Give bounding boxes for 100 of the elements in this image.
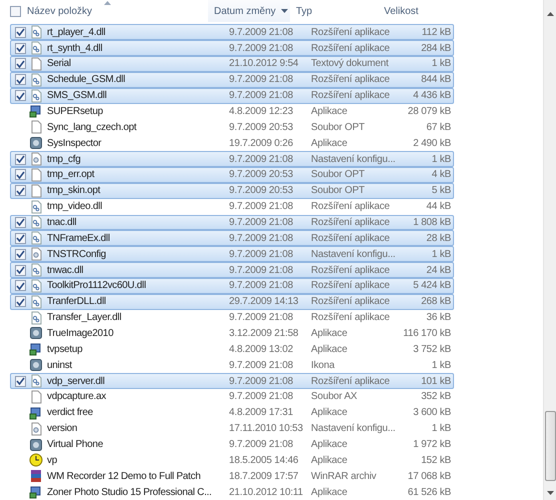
file-size: 3 752 kB bbox=[412, 342, 451, 357]
file-type: Aplikace bbox=[311, 342, 348, 357]
file-name: SMS_GSM.dll bbox=[47, 89, 108, 104]
file-row[interactable]: vp 18.5.2005 14:46 Aplikace 152 kB bbox=[10, 452, 454, 468]
file-size: 2 490 kB bbox=[412, 136, 451, 151]
file-row[interactable]: Sync_lang_czech.opt 9.7.2009 20:53 Soubor OPT 67 kB bbox=[10, 119, 454, 136]
file-size: 352 kB bbox=[420, 390, 451, 404]
file-name: WM Recorder 12 Demo to Full Patch bbox=[47, 470, 202, 484]
modified-date: 9.7.2009 21:08 bbox=[229, 216, 294, 230]
file-row[interactable]: tnwac.dll 9.7.2009 21:08 Rozšíření aplikace 24 kB bbox=[10, 262, 454, 278]
file-size: 5 kB bbox=[430, 184, 451, 198]
file-row[interactable]: Schedule_GSM.dll 9.7.2009 21:08 Rozšíření aplikace 844 kB bbox=[10, 72, 454, 88]
file-type: Rozšíření aplikace bbox=[311, 26, 391, 40]
file-size: 24 kB bbox=[425, 264, 451, 278]
file-row[interactable]: tnac.dll 9.7.2009 21:08 Rozšíření aplikace 1 808 kB bbox=[10, 214, 454, 230]
file-row[interactable]: rt_player_4.dll 9.7.2009 21:08 Rozšíření aplikace 112 kB bbox=[10, 24, 454, 40]
file-name: uninst bbox=[47, 358, 74, 373]
file-size: 28 079 kB bbox=[406, 104, 451, 119]
file-type: Aplikace bbox=[311, 454, 348, 468]
file-row[interactable]: vdp_server.dll 9.7.2009 21:08 Rozšíření aplikace 101 kB bbox=[10, 373, 454, 389]
column-header[interactable]: Datum změny bbox=[208, 0, 290, 22]
file-name: TranferDLL.dll bbox=[47, 295, 107, 310]
modified-date: 9.7.2009 21:08 bbox=[229, 42, 294, 56]
column-header[interactable]: Typ bbox=[290, 0, 378, 22]
modified-date: 4.8.2009 13:02 bbox=[229, 342, 294, 357]
file-size: 36 kB bbox=[425, 311, 451, 326]
file-name: rt_synth_4.dll bbox=[47, 42, 104, 56]
file-type: Rozšíření aplikace bbox=[311, 279, 391, 294]
file-type: Rozšíření aplikace bbox=[311, 216, 391, 230]
file-row[interactable]: Transfer_Layer.dll 9.7.2009 21:08 Rozšíření aplikace 36 kB bbox=[10, 310, 454, 326]
file-size: 1 kB bbox=[430, 57, 451, 72]
file-name: tmp_video.dll bbox=[47, 200, 104, 214]
file-name: Serial bbox=[47, 57, 72, 72]
modified-date: 4.8.2009 17:31 bbox=[229, 406, 294, 420]
modified-date: 9.7.2009 21:08 bbox=[229, 73, 294, 88]
file-type: Rozšíření aplikace bbox=[311, 232, 391, 246]
file-row[interactable]: WM Recorder 12 Demo to Full Patch 18.7.2009 17:57 WinRAR archiv 17 068 kB bbox=[10, 468, 454, 484]
file-size: 3 600 kB bbox=[412, 406, 451, 420]
file-row[interactable]: tmp_cfg 9.7.2009 21:08 Nastavení konfigu... 1 kB bbox=[10, 151, 454, 167]
modified-date: 18.5.2005 14:46 bbox=[229, 454, 300, 468]
file-name: vp bbox=[47, 454, 58, 468]
modified-date: 9.7.2009 21:08 bbox=[229, 232, 294, 246]
file-row[interactable]: SUPERsetup 4.8.2009 12:23 Aplikace 28 079 kB bbox=[10, 104, 454, 120]
file-size: 4 436 kB bbox=[412, 89, 451, 104]
file-type: Rozšíření aplikace bbox=[311, 374, 391, 389]
file-type: WinRAR archiv bbox=[311, 470, 378, 484]
file-size: 1 kB bbox=[430, 358, 451, 373]
file-size: 101 kB bbox=[420, 374, 451, 389]
modified-date: 9.7.2009 21:08 bbox=[229, 264, 294, 278]
file-name: Virtual Phone bbox=[47, 438, 104, 452]
file-row[interactable]: SysInspector 19.7.2009 0:26 Aplikace 2 490 kB bbox=[10, 135, 454, 152]
file-type: Rozšíření aplikace bbox=[311, 264, 391, 278]
column-header[interactable]: Velikost bbox=[378, 0, 438, 22]
file-name: TNFrameEx.dll bbox=[47, 232, 111, 246]
modified-date: 19.7.2009 0:26 bbox=[229, 136, 294, 151]
file-name: tmp_skin.opt bbox=[47, 184, 102, 198]
file-type: Nastavení konfigu... bbox=[311, 422, 396, 436]
modified-date: 9.7.2009 21:08 bbox=[229, 89, 294, 104]
file-row[interactable]: tmp_skin.opt 9.7.2009 20:53 Soubor OPT 5 kB bbox=[10, 182, 454, 199]
file-row[interactable]: Virtual Phone 9.7.2009 21:08 Aplikace 1 972 kB bbox=[10, 436, 454, 452]
file-type: Ikona bbox=[311, 358, 336, 373]
file-row[interactable]: verdict free 4.8.2009 17:31 Aplikace 3 600 kB bbox=[10, 404, 454, 421]
modified-date: 9.7.2009 21:08 bbox=[229, 311, 294, 326]
file-size: 268 kB bbox=[420, 295, 451, 310]
file-name: SysInspector bbox=[47, 136, 102, 151]
file-row[interactable]: TrueImage2010 3.12.2009 21:58 Aplikace 116 170 kB bbox=[10, 326, 454, 342]
modified-date: 9.7.2009 20:53 bbox=[229, 120, 294, 135]
file-row[interactable]: tvpsetup 4.8.2009 13:02 Aplikace 3 752 kB bbox=[10, 341, 454, 358]
file-size: 44 kB bbox=[425, 200, 451, 214]
file-name: SUPERsetup bbox=[47, 104, 104, 119]
file-row[interactable]: tmp_err.opt 9.7.2009 20:53 Soubor OPT 4 kB bbox=[10, 166, 454, 183]
file-row[interactable]: ToolkitPro1112vc60U.dll 9.7.2009 21:08 Rozšíření aplikace 5 424 kB bbox=[10, 278, 454, 294]
file-row[interactable]: TNSTRConfig 9.7.2009 21:08 Nastavení konfigu... 1 kB bbox=[10, 246, 454, 262]
file-size: 4 kB bbox=[430, 168, 451, 182]
file-row[interactable]: TNFrameEx.dll 9.7.2009 21:08 Rozšíření aplikace 28 kB bbox=[10, 230, 454, 246]
column-header[interactable]: Název položky bbox=[0, 0, 208, 22]
modified-date: 9.7.2009 21:08 bbox=[229, 358, 294, 373]
file-name: vdpcapture.ax bbox=[47, 390, 107, 404]
file-row[interactable]: Serial 21.10.2012 9:54 Textový dokument 1 kB bbox=[10, 56, 454, 72]
file-size: 1 kB bbox=[430, 422, 451, 436]
file-row[interactable]: tmp_video.dll 9.7.2009 21:08 Rozšíření aplikace 44 kB bbox=[10, 198, 454, 215]
file-type: Rozšíření aplikace bbox=[311, 311, 391, 326]
file-row[interactable]: TranferDLL.dll 29.7.2009 14:13 Rozšíření aplikace 268 kB bbox=[10, 294, 454, 310]
file-type: Nastavení konfigu... bbox=[311, 152, 396, 167]
file-size: 116 170 kB bbox=[402, 326, 451, 341]
file-row[interactable]: uninst 9.7.2009 21:08 Ikona 1 kB bbox=[10, 357, 454, 374]
file-row[interactable]: SMS_GSM.dll 9.7.2009 21:08 Rozšíření aplikace 4 436 kB bbox=[10, 88, 454, 104]
modified-date: 3.12.2009 21:58 bbox=[229, 326, 300, 341]
file-size: 67 kB bbox=[425, 120, 451, 135]
file-name: vdp_server.dll bbox=[47, 374, 106, 389]
file-name: rt_player_4.dll bbox=[47, 26, 106, 40]
file-row[interactable]: version 17.11.2010 10:53 Nastavení konfigu... 1 kB bbox=[10, 420, 454, 437]
file-row[interactable]: vdpcapture.ax 9.7.2009 21:08 Soubor AX 352 kB bbox=[10, 388, 454, 405]
modified-date: 9.7.2009 20:53 bbox=[229, 184, 294, 198]
file-type: Aplikace bbox=[311, 438, 348, 452]
file-row[interactable]: rt_synth_4.dll 9.7.2009 21:08 Rozšíření aplikace 284 kB bbox=[10, 40, 454, 56]
file-size: 152 kB bbox=[420, 454, 451, 468]
file-row[interactable]: Zoner Photo Studio 15 Professional C... 21.10.2012 10:11 Aplikace 61 526 kB bbox=[10, 484, 454, 500]
file-name: tnac.dll bbox=[47, 216, 78, 230]
file-size: 1 808 kB bbox=[412, 216, 451, 230]
